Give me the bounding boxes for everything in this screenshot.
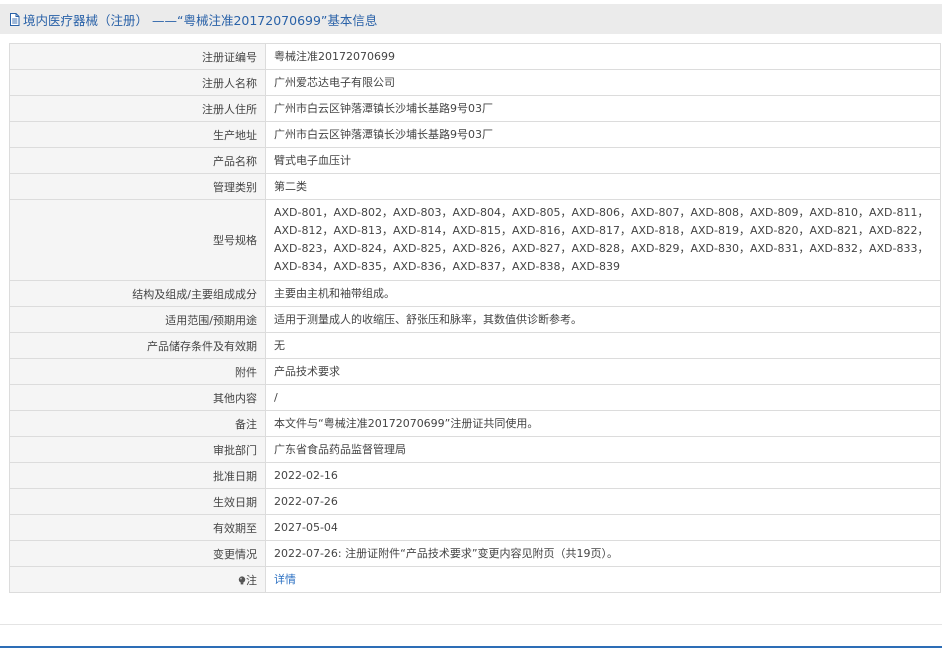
management-category: 第二类 bbox=[265, 173, 941, 200]
note-label: 注 bbox=[246, 573, 257, 587]
detail-panel: 注册证编号 粤械注准20172070699 注册人名称 广州爱芯达电子有限公司 … bbox=[0, 34, 942, 625]
row-label: 生效日期 bbox=[9, 488, 266, 515]
table-row: 产品名称 臂式电子血压计 bbox=[9, 147, 941, 174]
table-row: 注 详情 bbox=[9, 566, 941, 593]
row-label: 适用范围/预期用途 bbox=[9, 306, 266, 333]
production-address: 广州市白云区钟落潭镇长沙埔长基路9号03厂 bbox=[265, 121, 941, 148]
note-label-cell: 注 bbox=[9, 566, 266, 593]
row-label: 产品名称 bbox=[9, 147, 266, 174]
table-row: 注册人名称 广州爱芯达电子有限公司 bbox=[9, 69, 941, 96]
row-label: 审批部门 bbox=[9, 436, 266, 463]
row-label: 批准日期 bbox=[9, 462, 266, 489]
row-label: 注册证编号 bbox=[9, 43, 266, 70]
registrant-name: 广州爱芯达电子有限公司 bbox=[265, 69, 941, 96]
change-history: 2022-07-26: 注册证附件“产品技术要求”变更内容见附页（共19页）。 bbox=[265, 540, 941, 567]
table-row: 注册证编号 粤械注准20172070699 bbox=[9, 43, 941, 70]
info-bulb-icon bbox=[238, 575, 246, 585]
table-row: 结构及组成/主要组成成分 主要由主机和袖带组成。 bbox=[9, 280, 941, 307]
row-label: 其他内容 bbox=[9, 384, 266, 411]
info-table: 注册证编号 粤械注准20172070699 注册人名称 广州爱芯达电子有限公司 … bbox=[9, 43, 941, 593]
intended-use: 适用于测量成人的收缩压、舒张压和脉率，其数值供诊断参考。 bbox=[265, 306, 941, 333]
table-row: 注册人住所 广州市白云区钟落潭镇长沙埔长基路9号03厂 bbox=[9, 95, 941, 122]
table-row: 生效日期 2022-07-26 bbox=[9, 488, 941, 515]
row-label: 结构及组成/主要组成成分 bbox=[9, 280, 266, 307]
table-row: 批准日期 2022-02-16 bbox=[9, 462, 941, 489]
row-label: 产品储存条件及有效期 bbox=[9, 332, 266, 359]
row-label: 管理类别 bbox=[9, 173, 266, 200]
registrant-address: 广州市白云区钟落潭镇长沙埔长基路9号03厂 bbox=[265, 95, 941, 122]
table-row: 型号规格 AXD-801，AXD-802，AXD-803，AXD-804，AXD… bbox=[9, 199, 941, 281]
table-row: 有效期至 2027-05-04 bbox=[9, 514, 941, 541]
row-label: 型号规格 bbox=[9, 199, 266, 281]
table-row: 产品储存条件及有效期 无 bbox=[9, 332, 941, 359]
details-link[interactable]: 详情 bbox=[274, 573, 296, 586]
approval-date: 2022-02-16 bbox=[265, 462, 941, 489]
product-name: 臂式电子血压计 bbox=[265, 147, 941, 174]
approval-department: 广东省食品药品监督管理局 bbox=[265, 436, 941, 463]
table-row: 管理类别 第二类 bbox=[9, 173, 941, 200]
structure-composition: 主要由主机和袖带组成。 bbox=[265, 280, 941, 307]
registration-number: 粤械注准20172070699 bbox=[265, 43, 941, 70]
attachment: 产品技术要求 bbox=[265, 358, 941, 385]
table-row: 审批部门 广东省食品药品监督管理局 bbox=[9, 436, 941, 463]
row-label: 生产地址 bbox=[9, 121, 266, 148]
row-label: 有效期至 bbox=[9, 514, 266, 541]
table-row: 备注 本文件与“粤械注准20172070699”注册证共同使用。 bbox=[9, 410, 941, 437]
model-specifications: AXD-801，AXD-802，AXD-803，AXD-804，AXD-805，… bbox=[265, 199, 941, 281]
page-title: 境内医疗器械（注册） ——“粤械注准20172070699”基本信息 bbox=[23, 12, 378, 28]
table-row: 附件 产品技术要求 bbox=[9, 358, 941, 385]
expiry-date: 2027-05-04 bbox=[265, 514, 941, 541]
row-label: 注册人名称 bbox=[9, 69, 266, 96]
row-label: 注册人住所 bbox=[9, 95, 266, 122]
table-row: 变更情况 2022-07-26: 注册证附件“产品技术要求”变更内容见附页（共1… bbox=[9, 540, 941, 567]
bottom-divider bbox=[0, 646, 942, 648]
table-row: 其他内容 / bbox=[9, 384, 941, 411]
storage-conditions: 无 bbox=[265, 332, 941, 359]
table-row: 适用范围/预期用途 适用于测量成人的收缩压、舒张压和脉率，其数值供诊断参考。 bbox=[9, 306, 941, 333]
row-label: 备注 bbox=[9, 410, 266, 437]
table-row: 生产地址 广州市白云区钟落潭镇长沙埔长基路9号03厂 bbox=[9, 121, 941, 148]
other-content: / bbox=[265, 384, 941, 411]
effective-date: 2022-07-26 bbox=[265, 488, 941, 515]
note-cell: 详情 bbox=[265, 566, 941, 593]
row-label: 附件 bbox=[9, 358, 266, 385]
page-title-bar: 境内医疗器械（注册） ——“粤械注准20172070699”基本信息 bbox=[0, 4, 942, 34]
remarks: 本文件与“粤械注准20172070699”注册证共同使用。 bbox=[265, 410, 941, 437]
document-icon bbox=[9, 12, 20, 26]
row-label: 变更情况 bbox=[9, 540, 266, 567]
